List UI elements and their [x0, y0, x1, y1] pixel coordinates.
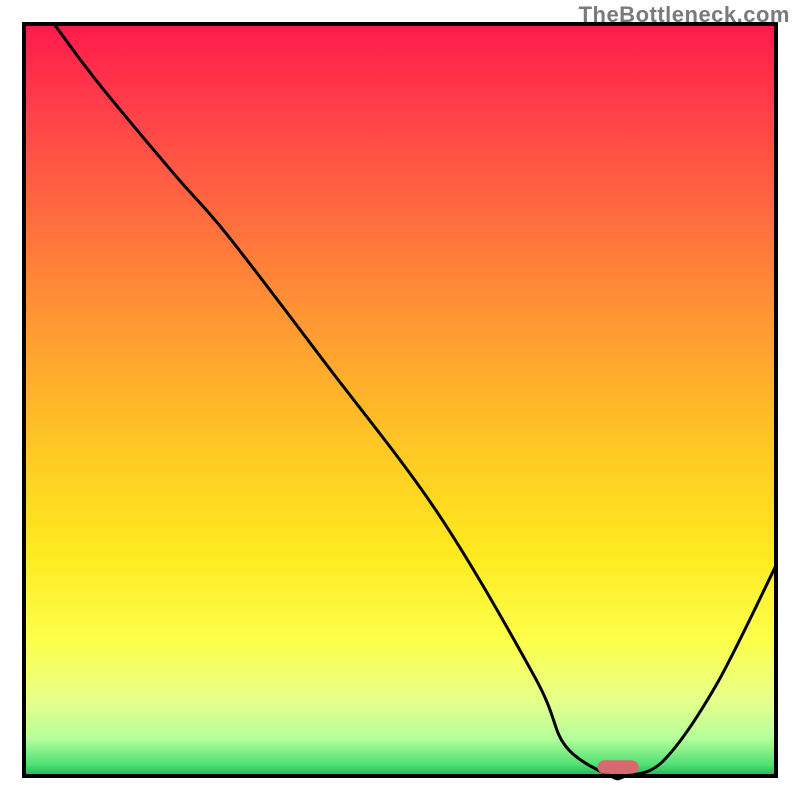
gradient-background — [24, 24, 776, 776]
bottleneck-chart — [0, 0, 800, 800]
optimal-marker — [597, 760, 638, 774]
chart-canvas: TheBottleneck.com — [0, 0, 800, 800]
